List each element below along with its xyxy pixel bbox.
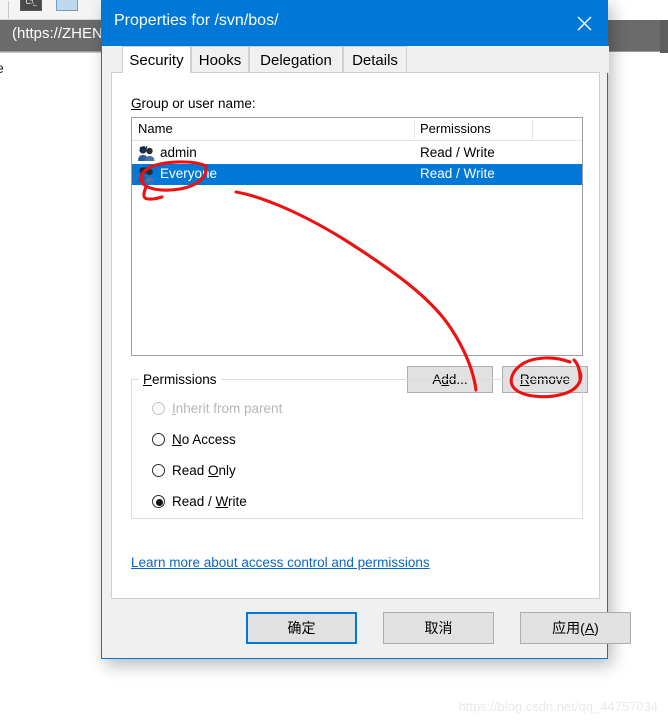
background-address-bar-right bbox=[660, 20, 668, 53]
radio-no-access[interactable]: No Access bbox=[152, 429, 236, 449]
tab-details-label: Details bbox=[352, 51, 398, 69]
radio-indicator bbox=[152, 463, 165, 477]
column-header-permissions[interactable]: Permissions bbox=[420, 121, 491, 136]
learn-more-link[interactable]: Learn more about access control and perm… bbox=[131, 555, 430, 570]
radio-read-write[interactable]: Read / Write bbox=[152, 491, 247, 511]
radio-read-only[interactable]: Read Only bbox=[152, 460, 236, 480]
permissions-groupbox-title: Permissions bbox=[139, 372, 221, 387]
properties-dialog: Properties for /svn/bos/ Security Hooks … bbox=[101, 0, 631, 659]
column-divider-1[interactable] bbox=[414, 120, 415, 139]
tab-hooks-label: Hooks bbox=[198, 51, 242, 69]
radio-label: No Access bbox=[172, 431, 236, 447]
row-permissions: Read / Write bbox=[420, 166, 495, 181]
tab-delegation-label: Delegation bbox=[260, 51, 332, 69]
cancel-button[interactable]: 取消 bbox=[383, 612, 494, 644]
tab-hooks[interactable]: Hooks bbox=[191, 46, 249, 73]
tab-page-security: Group or user name: Name Permissions adm… bbox=[111, 72, 600, 599]
row-name: Everyone bbox=[160, 166, 218, 181]
radio-label: Read / Write bbox=[172, 493, 247, 509]
image-icon[interactable] bbox=[56, 0, 78, 11]
row-permissions: Read / Write bbox=[420, 145, 495, 160]
tab-security[interactable]: Security bbox=[122, 46, 191, 73]
watermark: https://blog.csdn.net/qq_44757034 bbox=[458, 699, 659, 714]
ok-button-label: 确定 bbox=[287, 620, 316, 636]
radio-label: Read Only bbox=[172, 462, 236, 478]
background-page-text: e bbox=[0, 60, 4, 76]
dialog-title: Properties for /svn/bos/ bbox=[114, 12, 279, 29]
cancel-button-label: 取消 bbox=[424, 620, 453, 636]
group-or-user-name-label: Group or user name: bbox=[131, 96, 256, 111]
table-row[interactable]: admin Read / Write bbox=[132, 143, 582, 164]
close-icon[interactable] bbox=[561, 0, 607, 46]
tab-details[interactable]: Details bbox=[343, 46, 407, 73]
dialog-titlebar[interactable]: Properties for /svn/bos/ bbox=[102, 0, 607, 46]
background-address-text: (https://ZHEN bbox=[12, 25, 103, 42]
users-group-icon bbox=[138, 145, 155, 161]
column-divider-2[interactable] bbox=[532, 120, 533, 139]
apply-button[interactable]: 应用(A) bbox=[520, 612, 631, 644]
tab-delegation[interactable]: Delegation bbox=[249, 46, 343, 73]
ok-button[interactable]: 确定 bbox=[246, 612, 357, 644]
console-icon[interactable]: C:\_ bbox=[20, 0, 42, 11]
screen: e C:\_ (https://ZHEN Properties for /svn… bbox=[0, 0, 668, 721]
radio-inherit-from-parent[interactable]: Inherit from parent bbox=[152, 398, 282, 418]
users-group-icon bbox=[138, 166, 155, 182]
radio-indicator bbox=[152, 432, 165, 446]
group-user-listview[interactable]: Name Permissions admin Read / Write Ever… bbox=[131, 117, 583, 356]
radio-indicator bbox=[152, 494, 165, 508]
listview-header: Name Permissions bbox=[132, 118, 582, 141]
radio-label: Inherit from parent bbox=[172, 400, 283, 416]
row-name: admin bbox=[160, 145, 197, 160]
toolbar-separator bbox=[8, 1, 9, 18]
radio-indicator bbox=[152, 401, 165, 415]
table-row[interactable]: Everyone Read / Write bbox=[132, 164, 582, 185]
column-header-name[interactable]: Name bbox=[138, 121, 173, 136]
tab-security-label: Security bbox=[129, 51, 184, 69]
